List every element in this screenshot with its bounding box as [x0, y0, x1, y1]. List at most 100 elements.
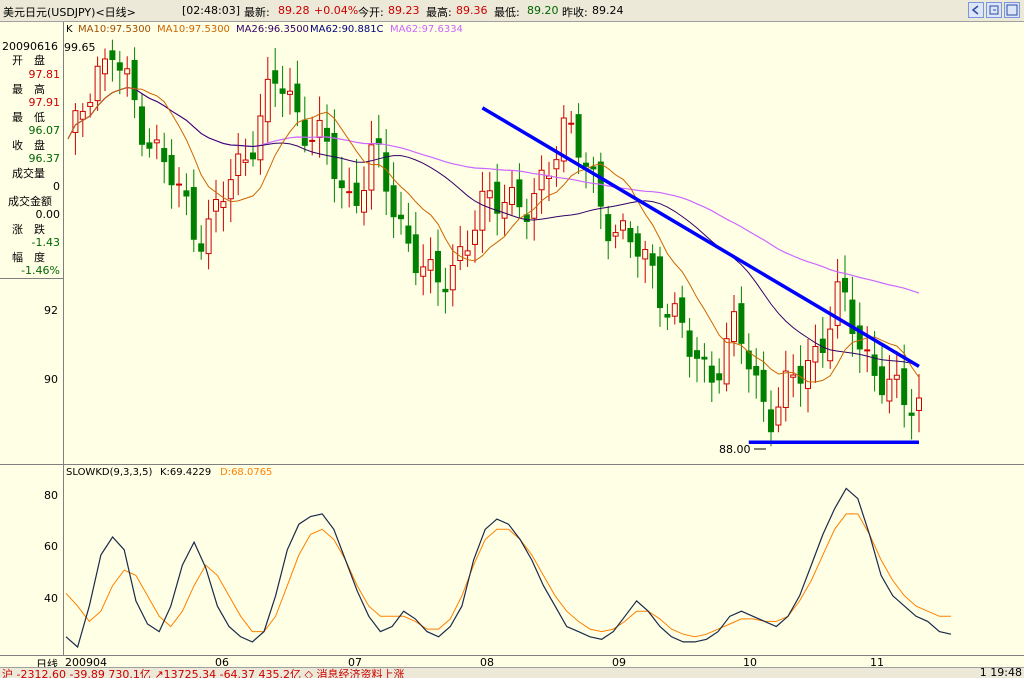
kd-y-tick-40: 40 [44, 592, 58, 605]
candle-up [287, 90, 293, 95]
candle-down [338, 180, 345, 189]
candle-up [368, 144, 375, 191]
candle-up [812, 346, 819, 363]
info-high-label: 最 高 [12, 83, 45, 96]
candle-up [864, 349, 871, 352]
candle-up [893, 374, 900, 380]
info-open-value: 97.81 [28, 68, 61, 81]
candle-down [250, 152, 256, 160]
info-open-label: 开 盘 [12, 54, 45, 67]
candle-down [768, 409, 774, 433]
info-amount-value: 0.00 [35, 208, 61, 221]
candle-up [235, 153, 242, 176]
downtrend-line [481, 106, 920, 368]
candle-down [131, 59, 138, 101]
candle-up [501, 202, 508, 219]
candle-up [671, 303, 678, 317]
candle-up [612, 232, 619, 237]
candle-up [94, 65, 101, 102]
candle-down [701, 356, 708, 360]
candle-down [797, 365, 804, 384]
latest-label: 最新: [244, 6, 270, 19]
candle-up [886, 378, 893, 402]
info-panel-divider [0, 278, 63, 279]
candle-up [427, 259, 434, 271]
candle-up [309, 139, 316, 142]
candle-up [531, 193, 538, 219]
y-tick-90: 90 [44, 373, 58, 386]
candle-down [516, 179, 523, 208]
info-volume-label: 成交量 [12, 167, 45, 180]
candle-down [294, 83, 301, 113]
price-low-label: 88.00 [719, 443, 751, 456]
candle-up [486, 190, 493, 199]
candles-group [72, 39, 922, 447]
info-change-label: 涨 跌 [12, 223, 45, 236]
status-ticker: 沪 -2312.60 -39.89 730.1亿 ↗13725.34 -64.3… [2, 668, 405, 678]
info-close-value: 96.37 [28, 152, 61, 165]
candle-down [649, 253, 656, 266]
candle-up [620, 220, 626, 231]
candle-up [457, 246, 464, 261]
candle-up [124, 68, 131, 75]
candlestick-chart[interactable]: 99.65 88.00 [64, 22, 1024, 464]
candle-up [479, 190, 486, 231]
candle-down [908, 412, 915, 416]
prev-close-label: 昨收: [562, 6, 588, 19]
candle-down [435, 250, 441, 283]
candle-down [634, 233, 641, 257]
candle-down [590, 166, 597, 170]
candle-down [116, 62, 123, 71]
close-icon[interactable] [1004, 2, 1020, 18]
info-close-label: 收 盘 [12, 139, 45, 152]
candle-up [242, 159, 249, 163]
candle-up [916, 397, 922, 411]
candle-down [398, 214, 404, 220]
info-volume-value: 0 [53, 180, 60, 193]
change-pct: +0.04% [314, 4, 359, 17]
kd-k-line [65, 487, 952, 649]
candle-down [679, 297, 686, 323]
candle-up [420, 266, 427, 277]
candle-down [331, 132, 338, 180]
candle-down [657, 256, 663, 309]
candle-up [775, 406, 782, 426]
candle-up [723, 338, 730, 385]
instrument-title: 美元日元(USDJPY)<日线> [3, 6, 136, 19]
candle-down [664, 314, 671, 318]
candle-down [405, 225, 412, 244]
title-bar: 美元日元(USDJPY)<日线> [02:48:03] 最新: 89.28 +0… [0, 0, 1024, 22]
info-low-label: 最 低 [12, 111, 45, 124]
candle-down [324, 127, 330, 142]
candle-up [205, 218, 212, 255]
candle-down [161, 148, 168, 163]
candle-down [605, 214, 612, 242]
candle-down [139, 106, 145, 145]
status-bar: 沪 -2312.60 -39.89 730.1亿 ↗13725.34 -64.3… [0, 667, 1024, 678]
restore-icon[interactable] [968, 2, 984, 18]
candle-down [879, 366, 885, 396]
candle-down [301, 119, 308, 146]
candle-up [264, 78, 271, 123]
low-label: 最低: [494, 6, 520, 19]
candle-up [227, 179, 234, 200]
candle-up [464, 250, 471, 256]
maximize-icon[interactable] [986, 2, 1002, 18]
candle-down [109, 50, 116, 61]
candle-down [412, 234, 419, 274]
candle-down [198, 243, 205, 252]
candle-up [87, 102, 94, 107]
candle-down [627, 228, 634, 243]
candle-down [168, 155, 175, 186]
candle-up [346, 191, 353, 194]
candle-down [760, 369, 767, 402]
slowkd-chart[interactable] [64, 465, 1024, 655]
candle-down [353, 182, 360, 206]
prev-close-value: 89.24 [592, 4, 624, 17]
candle-up [509, 186, 515, 205]
candle-up [805, 360, 811, 389]
high-label: 最高: [426, 6, 452, 19]
kd-y-tick-80: 80 [44, 489, 58, 502]
candle-down [753, 366, 760, 376]
candle-down [686, 330, 693, 357]
